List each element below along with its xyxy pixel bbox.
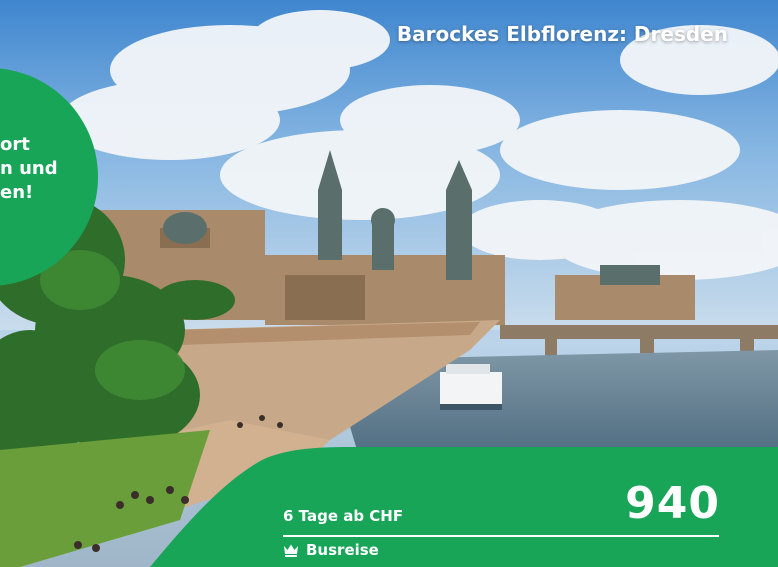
price-divider bbox=[283, 535, 719, 537]
duration-label: 6 Tage ab CHF bbox=[283, 507, 404, 525]
offer-card[interactable]: ort n und en! Barockes Elbflorenz: Dresd… bbox=[0, 0, 778, 567]
travel-type: Busreise bbox=[283, 541, 379, 559]
crown-icon bbox=[284, 544, 298, 557]
travel-type-label: Busreise bbox=[306, 541, 379, 559]
price-value: 940 bbox=[625, 478, 720, 529]
